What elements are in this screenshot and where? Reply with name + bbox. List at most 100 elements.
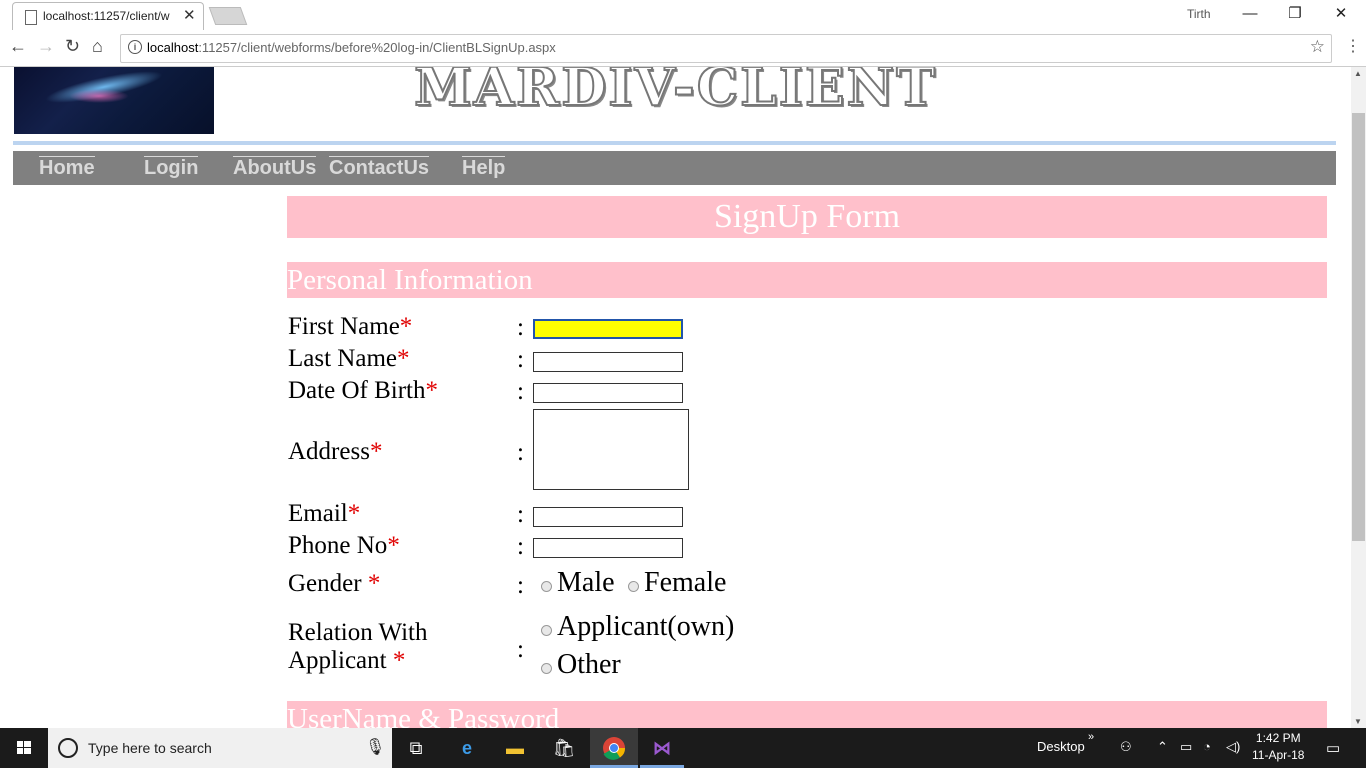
colon: : [517,439,524,466]
gender-female-radio[interactable] [628,581,639,592]
close-tab-icon[interactable]: ✕ [183,6,196,24]
windows-start-button[interactable] [0,728,48,768]
search-placeholder: Type here to search [88,740,212,756]
required-mark: * [392,647,406,674]
nav-login-link[interactable]: Login [144,156,199,179]
gender-male-radio[interactable] [541,581,552,592]
home-icon[interactable]: ⌂ [92,36,103,57]
colon: : [517,572,524,599]
gender-male-label[interactable]: Male [557,567,615,599]
required-mark: * [425,377,438,404]
header-divider [13,141,1336,145]
required-mark: * [369,438,383,465]
section-personal-information: Personal Information [287,262,1327,298]
page-icon [25,10,37,25]
email-label-text: Email [288,500,348,527]
last-name-input[interactable] [533,352,683,372]
windows-logo-icon [17,741,31,754]
relation-other-radio[interactable] [541,663,552,674]
address-label: Address* [288,438,382,466]
store-icon[interactable]: 🛍 [550,734,578,762]
file-explorer-icon[interactable]: ▬ [501,734,529,762]
colon: : [517,346,524,373]
nav-contactus-link[interactable]: ContactUs [329,156,430,179]
nav-home-link[interactable]: Home [39,156,95,179]
url-path: :11257/client/webforms/before%20log-in/C… [198,40,556,55]
address-label-text: Address [288,438,370,465]
colon: : [517,378,524,405]
microphone-icon[interactable]: 🎙 [365,737,385,757]
bookmark-star-icon[interactable]: ☆ [1310,37,1325,57]
first-name-input[interactable] [533,319,683,339]
colon: : [517,636,524,663]
phone-label: Phone No* [288,532,400,560]
browser-toolbar: ← → ↻ ⌂ i localhost:11257/client/webform… [0,30,1366,67]
scrollbar-thumb[interactable] [1352,113,1365,541]
relation-label-line1: Relation With [288,619,428,646]
people-icon[interactable]: ⚇ [1120,739,1132,755]
browser-tabstrip: localhost:11257/client/w ✕ Tirth — ❐ ✕ [0,0,1366,31]
windows-taskbar: Type here to search 🎙 ⧉ e ▬ 🛍 ⋈ Desktop … [0,728,1366,768]
cortana-icon [58,738,78,758]
last-name-label-text: Last Name [288,345,397,372]
new-tab-button[interactable] [208,7,248,25]
battery-icon[interactable]: ▭ [1180,739,1192,755]
scroll-down-icon[interactable]: ▼ [1354,717,1362,726]
relation-applicant-label[interactable]: Applicant(own) [557,611,734,643]
taskbar-clock[interactable]: 1:42 PM 11-Apr-18 [1252,730,1304,764]
tab-title: localhost:11257/client/w [43,9,170,23]
required-mark: * [347,500,361,527]
reload-icon[interactable]: ↻ [65,36,80,57]
gender-label: Gender * [288,570,380,598]
url-text[interactable]: localhost:11257/client/webforms/before%2… [147,40,556,55]
profile-name[interactable]: Tirth [1187,7,1211,21]
browser-menu-icon[interactable]: ⋮ [1345,36,1361,56]
address-bar[interactable]: i localhost:11257/client/webforms/before… [120,34,1332,63]
desktop-toolbar-label[interactable]: Desktop [1037,739,1085,754]
gender-female-label[interactable]: Female [644,567,726,599]
volume-icon[interactable]: ◁) [1226,739,1240,755]
required-mark: * [367,570,381,597]
minimize-icon[interactable]: — [1227,2,1273,28]
relation-label-line2: Applicant [288,647,393,674]
dob-input[interactable] [533,383,683,403]
nav-aboutus-link[interactable]: AboutUs [233,156,317,179]
forward-icon[interactable]: → [37,36,55,57]
restore-icon[interactable]: ❐ [1272,2,1318,28]
relation-other-label[interactable]: Other [557,649,621,681]
edge-browser-icon[interactable]: e [453,734,481,762]
clock-time: 1:42 PM [1255,731,1301,745]
window-close-icon[interactable]: ✕ [1318,2,1364,28]
required-mark: * [399,313,413,340]
page-scrollbar[interactable]: ▲ ▼ [1351,67,1366,728]
visual-studio-icon[interactable]: ⋈ [648,734,676,762]
first-name-label-text: First Name [288,313,400,340]
browser-tab[interactable]: localhost:11257/client/w ✕ [12,2,204,31]
colon: : [517,314,524,341]
info-icon[interactable]: i [128,40,142,54]
address-textarea[interactable] [533,409,689,490]
action-center-icon[interactable]: ▭ [1326,739,1340,757]
phone-input[interactable] [533,538,683,558]
chrome-icon [603,737,626,760]
scroll-up-icon[interactable]: ▲ [1354,69,1362,78]
nav-help-link[interactable]: Help [462,156,506,179]
dob-label: Date Of Birth* [288,377,438,405]
relation-label: Relation With Applicant * [288,619,428,675]
wifi-icon[interactable]: ◔ [1203,739,1211,754]
site-brand-title: MARDIV-CLIENT [413,67,937,119]
form-title: SignUp Form [287,196,1327,238]
url-host: localhost [147,40,199,55]
section-username-password: UserName & Password [287,701,1327,728]
back-icon[interactable]: ← [9,36,27,57]
show-hidden-icons[interactable]: ⌃ [1157,739,1168,755]
colon: : [517,533,524,560]
email-input[interactable] [533,507,683,527]
relation-applicant-radio[interactable] [541,625,552,636]
email-label: Email* [288,500,360,528]
chrome-taskbar-button[interactable] [590,728,638,768]
taskbar-search-box[interactable]: Type here to search 🎙 [48,728,392,768]
colon: : [517,501,524,528]
toolbar-expand-icon[interactable]: » [1088,731,1094,743]
task-view-icon[interactable]: ⧉ [402,734,430,762]
